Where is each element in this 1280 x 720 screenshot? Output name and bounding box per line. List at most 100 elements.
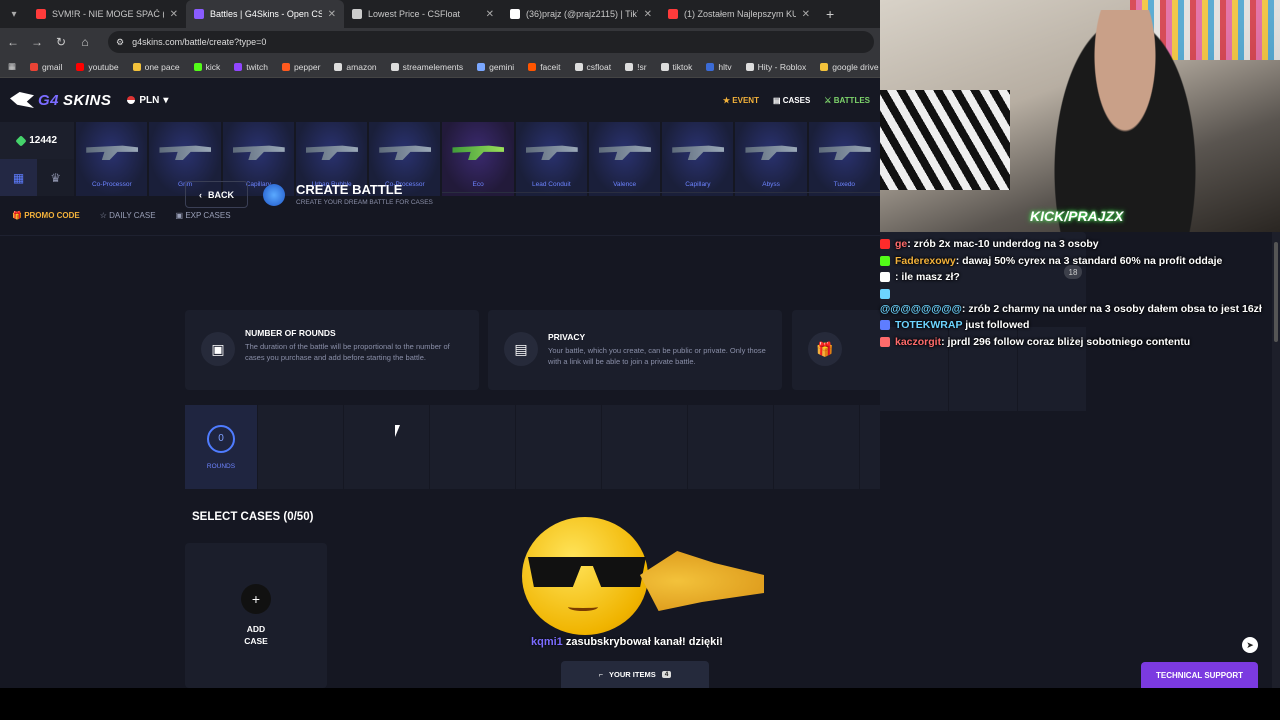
page-scrollbar[interactable] [1272, 232, 1280, 688]
promo-code-link[interactable]: 🎁 PROMO CODE [12, 211, 80, 220]
bookmark-item[interactable]: gmail [30, 62, 62, 72]
bookmark-item[interactable]: hltv [706, 62, 732, 72]
info-card-rounds: ▣ NUMBER OF ROUNDS The duration of the b… [185, 310, 479, 390]
nav-battles[interactable]: ⚔ BATTLES [824, 96, 870, 105]
bookmark-item[interactable]: kick [193, 62, 220, 72]
viewer-badge: 18 [1064, 265, 1082, 279]
chat-username: @@@@@@@@ [880, 302, 962, 315]
exp-cases-link[interactable]: ▣ EXP CASES [176, 211, 231, 220]
address-bar[interactable]: ⚙ g4skins.com/battle/create?type=0 [108, 31, 874, 53]
daily-case-link[interactable]: ☆ DAILY CASE [100, 211, 156, 220]
apps-grid-icon[interactable]: ▦ [8, 61, 16, 72]
browser-tab[interactable]: Battles | G4Skins - Open CS:GO ✕ [186, 0, 344, 28]
info-text: The duration of the battle will be propo… [245, 342, 450, 362]
close-icon[interactable]: ✕ [170, 9, 178, 20]
tab-title: (1) Zostałem Najlepszym KUMP [684, 9, 796, 19]
taskbar [0, 688, 1280, 720]
home-icon[interactable]: ⌂ [78, 35, 92, 49]
close-icon[interactable]: ✕ [802, 9, 810, 20]
sub-alert: kqmi1 zasubskrybował kanał! dzięki! [531, 636, 723, 648]
bookmark-item[interactable]: Hity - Roblox [745, 62, 806, 72]
bookmark-item[interactable]: gemini [477, 62, 514, 72]
bookmark-item[interactable]: pepper [281, 62, 320, 72]
weapon-skin-icon [305, 145, 358, 160]
site-info-icon[interactable]: ⚙ [116, 37, 124, 48]
close-icon[interactable]: ✕ [486, 9, 494, 20]
site-logo[interactable]: G4 SKINS [10, 92, 111, 109]
round-slot[interactable] [860, 405, 880, 489]
your-items-label: YOUR ITEMS [609, 670, 656, 679]
forward-arrow-icon[interactable]: → [30, 35, 44, 49]
bookmark-item[interactable]: faceit [528, 62, 561, 72]
drop-skin-name: Tuxedo [833, 181, 856, 188]
chat-text: : jprdl 296 follow coraz bliżej sobotnie… [941, 335, 1191, 348]
round-slot[interactable] [602, 405, 687, 489]
bookmark-label: csfloat [586, 61, 612, 72]
browser-tab[interactable]: (1) Zostałem Najlepszym KUMP ✕ [660, 0, 818, 28]
your-items-button[interactable]: ⌐ YOUR ITEMS 4 [561, 661, 709, 688]
scrollbar-thumb[interactable] [1274, 242, 1278, 342]
bookmark-item[interactable]: google drive [820, 61, 879, 72]
bookmark-item[interactable]: amazon [334, 62, 377, 72]
nav-event[interactable]: ★ EVENT [723, 96, 759, 105]
tab-search-icon[interactable]: ▾ [0, 0, 28, 28]
telegram-icon[interactable]: ➤ [1242, 637, 1258, 653]
bookmark-item[interactable]: csfloat [574, 61, 612, 72]
bookmarks-bar: ▦ gmail youtube one pace kick twitch pepper am… [0, 56, 880, 78]
round-slot[interactable] [516, 405, 601, 489]
top-drops-crown-icon[interactable]: ♛ [37, 159, 75, 196]
technical-support-button[interactable]: TECHNICAL SUPPORT [1141, 662, 1258, 688]
bookmark-item[interactable]: tiktok [660, 62, 692, 72]
close-icon[interactable]: ✕ [644, 9, 652, 20]
bookmark-label: google drive [832, 61, 879, 72]
chat-badge-icon [880, 255, 890, 266]
browser-tab[interactable]: (36)prajz (@prajz2115) | TikTok ✕ [502, 0, 660, 28]
browser-tab[interactable]: Lowest Price - CSFloat ✕ [344, 0, 502, 28]
back-button[interactable]: ‹ BACK [185, 181, 248, 208]
add-case-button[interactable]: + ADD CASE [185, 543, 327, 688]
bookmark-favicon-icon [820, 62, 829, 71]
rounds-label: ROUNDS [206, 462, 236, 470]
bookmark-item[interactable]: youtube [76, 62, 119, 72]
drop-skin-name: Valence [613, 181, 637, 188]
drop-item[interactable]: Capillary [662, 122, 734, 196]
round-slot[interactable] [430, 405, 515, 489]
logo-prefix: G4 [38, 91, 60, 109]
drop-item[interactable]: Co-Processor [76, 122, 148, 196]
drop-item[interactable]: Abyss [735, 122, 807, 196]
back-label: BACK [208, 189, 234, 200]
rounds-counter[interactable]: 0 ROUNDS [185, 405, 257, 489]
browser-tab[interactable]: SVM!R - NIE MOGE SPAĆ (Offic ✕ [28, 0, 186, 28]
new-tab-button[interactable]: + [818, 6, 842, 22]
round-slot[interactable] [344, 405, 429, 489]
balance[interactable]: 12442 [0, 122, 75, 159]
currency-selector[interactable]: PLN ▾ [127, 95, 168, 106]
bookmark-item[interactable]: twitch [234, 62, 268, 72]
daily-case-label: DAILY CASE [109, 211, 156, 220]
tab-favicon-icon [510, 9, 520, 19]
drop-item[interactable]: Valence [588, 122, 661, 196]
round-slot[interactable] [688, 405, 773, 489]
bookmark-item[interactable]: !sr [625, 62, 647, 72]
drop-item[interactable]: Tuxedo [808, 122, 880, 196]
reload-icon[interactable]: ↻ [54, 35, 68, 49]
chat-text: : ile masz zł? [895, 271, 960, 283]
back-arrow-icon[interactable]: ← [6, 35, 20, 49]
chest-icon: ▣ [201, 332, 235, 366]
bookmark-item[interactable]: one pace [132, 62, 180, 72]
drop-item[interactable]: Eco [442, 122, 514, 196]
tab-favicon-icon [36, 9, 46, 19]
round-slot[interactable] [774, 405, 859, 489]
all-drops-grid-icon[interactable]: ▦ [0, 159, 38, 196]
round-slot[interactable] [258, 405, 343, 489]
tab-favicon-icon [352, 9, 362, 19]
tab-title: Battles | G4Skins - Open CS:GO [210, 9, 322, 19]
nav-cases[interactable]: ▤ CASES [773, 96, 810, 105]
bookmark-favicon-icon [625, 62, 634, 71]
streamer [1050, 10, 1200, 232]
tab-list: SVM!R - NIE MOGE SPAĆ (Offic✕Battles | G… [28, 0, 818, 28]
drop-item[interactable]: Lead Conduit [515, 122, 587, 196]
bookmark-item[interactable]: streamelements [390, 62, 463, 72]
close-icon[interactable]: ✕ [328, 9, 336, 20]
bookmark-label: gemini [489, 61, 515, 72]
